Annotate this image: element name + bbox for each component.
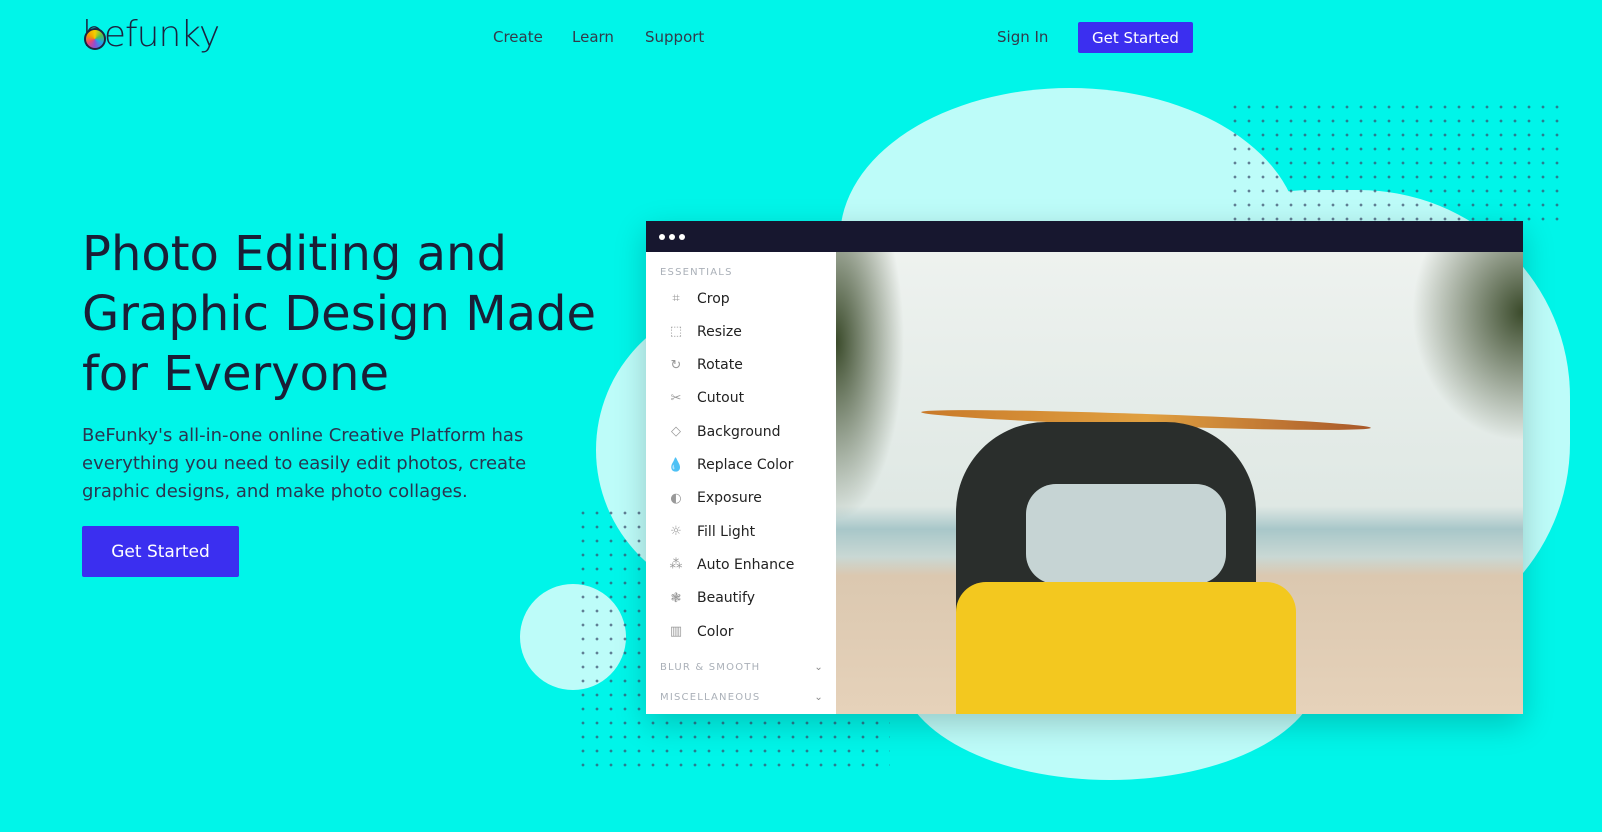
editor-preview: ESSENTIALS ⌗ Crop ⬚ Resize ↻ Rotate ✂ Cutout ◇ Ba…	[646, 221, 1523, 714]
palette-icon: ▥	[669, 624, 683, 639]
dot-icon	[679, 234, 685, 240]
tool-exposure[interactable]: ◐ Exposure	[646, 482, 836, 515]
dot-pattern	[1228, 100, 1568, 230]
nav-create[interactable]: Create	[493, 28, 543, 46]
section-blur-smooth[interactable]: BLUR & SMOOTH ⌄	[646, 662, 836, 673]
tool-replace-color[interactable]: 💧 Replace Color	[646, 449, 836, 482]
section-label: MISCELLANEOUS	[660, 692, 761, 703]
hero-get-started-button[interactable]: Get Started	[82, 526, 239, 577]
chevron-down-icon: ⌄	[814, 662, 824, 673]
sign-in-link[interactable]: Sign In	[997, 28, 1048, 46]
tool-rotate[interactable]: ↻ Rotate	[646, 349, 836, 382]
logo-color-wheel	[84, 28, 106, 50]
tool-cutout[interactable]: ✂ Cutout	[646, 382, 836, 415]
tool-label: Exposure	[697, 490, 762, 507]
tool-beautify[interactable]: ❃ Beautify	[646, 582, 836, 615]
tool-background[interactable]: ◇ Background	[646, 415, 836, 448]
dot-icon	[659, 234, 665, 240]
crop-icon: ⌗	[672, 291, 680, 306]
tool-label: Fill Light	[697, 523, 756, 540]
tool-label: Auto Enhance	[697, 556, 795, 573]
rotate-icon: ↻	[670, 357, 682, 373]
section-label: BLUR & SMOOTH	[660, 662, 761, 673]
header-get-started-button[interactable]: Get Started	[1078, 22, 1193, 53]
droplets-icon: 💧	[667, 457, 685, 473]
tool-label: Cutout	[697, 390, 745, 407]
section-miscellaneous[interactable]: MISCELLANEOUS ⌄	[646, 692, 836, 703]
tool-label: Resize	[697, 323, 742, 340]
tool-fill-light[interactable]: ☼ Fill Light	[646, 515, 836, 548]
editor-title-bar	[646, 221, 1523, 252]
section-essentials: ESSENTIALS	[660, 267, 733, 278]
tool-auto-enhance[interactable]: ⁂ Auto Enhance	[646, 548, 836, 581]
flower-icon: ❃	[670, 590, 682, 606]
tool-color[interactable]: ▥ Color	[646, 615, 836, 648]
editor-sidebar: ESSENTIALS ⌗ Crop ⬚ Resize ↻ Rotate ✂ Cutout ◇ Ba…	[646, 252, 836, 714]
tool-label: Crop	[697, 290, 730, 307]
exposure-icon: ◐	[670, 490, 682, 506]
tool-label: Background	[697, 423, 781, 440]
tool-resize[interactable]: ⬚ Resize	[646, 315, 836, 348]
nav-support[interactable]: Support	[645, 28, 704, 46]
nav-learn[interactable]: Learn	[572, 28, 614, 46]
tool-label: Replace Color	[697, 457, 794, 473]
chevron-down-icon: ⌄	[814, 692, 824, 703]
tool-crop[interactable]: ⌗ Crop	[646, 282, 836, 315]
tool-label: Color	[697, 623, 734, 640]
sun-icon: ☼	[670, 524, 682, 540]
hero-subtitle: BeFunky's all-in-one online Creative Pla…	[82, 425, 527, 502]
wand-icon: ⁂	[669, 557, 683, 573]
diamond-icon: ◇	[671, 424, 681, 440]
scissors-icon: ✂	[670, 390, 682, 406]
befunky-logo[interactable]: befunky	[82, 14, 220, 55]
dot-icon	[669, 234, 675, 240]
sample-photo-van-on-beach	[836, 252, 1523, 714]
tool-label: Rotate	[697, 357, 743, 374]
tool-label: Beautify	[697, 590, 756, 607]
hero-title: Photo Editing and Graphic Design Made fo…	[82, 226, 597, 402]
resize-icon: ⬚	[669, 324, 683, 340]
